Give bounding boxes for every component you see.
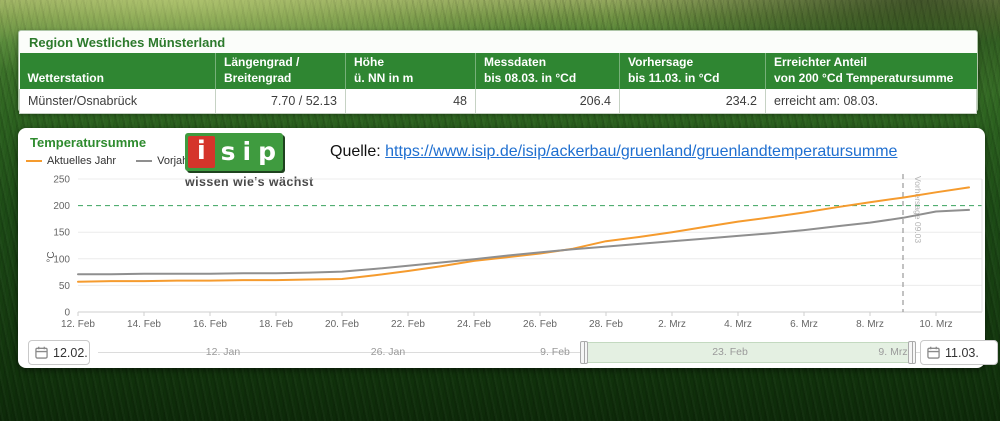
x-tick-label: 12. Feb xyxy=(61,319,95,330)
forecast-marker-label: Vorhersage 09.03 xyxy=(913,176,923,243)
x-tick-label: 18. Feb xyxy=(259,319,293,330)
col-header-wetterstation: Wetterstation xyxy=(20,53,216,89)
y-tick-label: 150 xyxy=(53,228,70,239)
source-line: Quelle: https://www.isip.de/isip/ackerba… xyxy=(330,143,897,161)
chart-canvas: 050100150200250°C12. Feb14. Feb16. Feb18… xyxy=(18,172,985,332)
legend-swatch-orange xyxy=(26,160,42,162)
slider-handle-right[interactable] xyxy=(908,341,916,364)
calendar-icon[interactable] xyxy=(35,346,48,359)
y-tick-label: 0 xyxy=(64,308,70,319)
chart-title: Temperatursumme xyxy=(30,135,146,150)
weather-table-panel: Region Westliches Münsterland Wetterstat… xyxy=(18,30,978,112)
series-line-vorjahr xyxy=(78,210,969,274)
y-tick-label: 200 xyxy=(53,201,70,212)
legend-label: Aktuelles Jahr xyxy=(47,155,116,167)
x-tick-label: 8. Mrz xyxy=(856,319,884,330)
col-header-vorhersage: Vorhersage bis 11.03. in °Cd xyxy=(620,53,766,89)
slider-handle-left[interactable] xyxy=(580,341,588,364)
start-date-value[interactable]: 12.02. xyxy=(53,346,88,360)
table-row: Münster/Osnabrück 7.70 / 52.13 48 206.4 … xyxy=(20,89,977,113)
series-line-aktuelles-jahr xyxy=(78,187,969,281)
y-axis-label: °C xyxy=(46,251,57,262)
cell-wetterstation: Münster/Osnabrück xyxy=(20,89,216,113)
region-title: Region Westliches Münsterland xyxy=(19,31,977,53)
x-tick-label: 2. Mrz xyxy=(658,319,686,330)
slider-tick-label: 23. Feb xyxy=(712,346,748,358)
end-date-input[interactable]: 11.03. xyxy=(920,340,998,365)
col-header-laengengrad: Längengrad / Breitengrad xyxy=(216,53,346,89)
slider-tick-label: 12. Jan xyxy=(206,346,240,358)
grass-background: { "table": { "region_title": "Region Wes… xyxy=(0,0,1000,421)
slider-tick-label: 9. Mrz xyxy=(878,346,907,358)
cell-laengengrad: 7.70 / 52.13 xyxy=(216,89,346,113)
isip-logo: i sip xyxy=(185,133,283,171)
x-tick-label: 14. Feb xyxy=(127,319,161,330)
x-tick-label: 6. Mrz xyxy=(790,319,818,330)
isip-logo-green-letters: sip xyxy=(215,135,283,169)
table-header-row: Wetterstation Längengrad / Breitengrad H… xyxy=(20,53,977,89)
weather-table: Wetterstation Längengrad / Breitengrad H… xyxy=(19,53,977,114)
cell-vorhersage: 234.2 xyxy=(620,89,766,113)
chart-legend: Aktuelles Jahr Vorjahr xyxy=(26,155,192,167)
slider-tick-label: 9. Feb xyxy=(540,346,570,358)
source-link[interactable]: https://www.isip.de/isip/ackerbau/gruenl… xyxy=(385,143,897,160)
x-tick-label: 26. Feb xyxy=(523,319,557,330)
range-slider-track[interactable]: 12. Jan 26. Jan 9. Feb 23. Feb 9. Mrz xyxy=(98,340,920,365)
source-label: Quelle: xyxy=(330,143,381,160)
col-header-messdaten: Messdaten bis 08.03. in °Cd xyxy=(476,53,620,89)
start-date-input[interactable]: 12.02. xyxy=(28,340,90,365)
legend-item-aktuelles-jahr: Aktuelles Jahr xyxy=(26,155,116,167)
x-tick-label: 20. Feb xyxy=(325,319,359,330)
slider-tick-label: 26. Jan xyxy=(371,346,405,358)
x-tick-label: 16. Feb xyxy=(193,319,227,330)
cell-hoehe: 48 xyxy=(346,89,476,113)
chart-panel: Temperatursumme Aktuelles Jahr Vorjahr i… xyxy=(18,128,985,368)
x-tick-label: 28. Feb xyxy=(589,319,623,330)
temperature-chart: 050100150200250°C12. Feb14. Feb16. Feb18… xyxy=(18,172,985,332)
x-tick-label: 4. Mrz xyxy=(724,319,752,330)
legend-item-vorjahr: Vorjahr xyxy=(136,155,192,167)
end-date-value[interactable]: 11.03. xyxy=(945,346,979,360)
x-tick-label: 10. Mrz xyxy=(919,319,952,330)
cell-messdaten: 206.4 xyxy=(476,89,620,113)
cell-erreicht-am: erreicht am: 08.03. xyxy=(766,89,977,113)
col-header-hoehe: Höhe ü. NN in m xyxy=(346,53,476,89)
isip-logo-red-letter: i xyxy=(188,136,215,168)
calendar-icon[interactable] xyxy=(927,346,940,359)
legend-swatch-gray xyxy=(136,160,152,162)
x-tick-label: 24. Feb xyxy=(457,319,491,330)
y-tick-label: 50 xyxy=(59,281,71,292)
y-tick-label: 250 xyxy=(53,175,70,186)
col-header-erreichter-anteil: Erreichter Anteil von 200 °Cd Temperatur… xyxy=(766,53,977,89)
x-tick-label: 22. Feb xyxy=(391,319,425,330)
